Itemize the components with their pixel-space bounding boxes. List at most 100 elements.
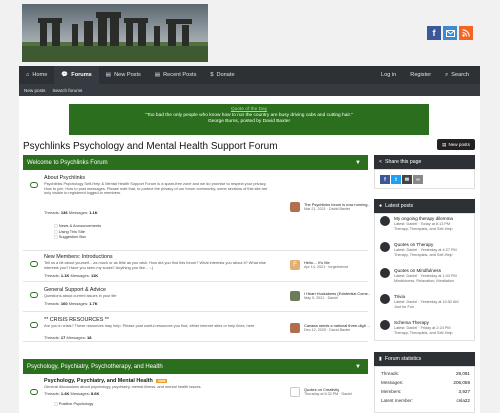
latest-post-title[interactable]: Quotes on Therapy	[394, 242, 433, 247]
forum-stats: Threads: 1.1K Messages: 11K	[44, 273, 98, 278]
stat-row: Latest member: cnla22	[381, 398, 470, 403]
new-posts-button[interactable]: ▤ New posts	[437, 139, 475, 150]
forum-chat-icon	[30, 292, 38, 298]
avatar[interactable]	[380, 242, 390, 252]
forum-line[interactable]: Therapy, Therapists, and Self-Help	[394, 253, 476, 258]
document-icon: ▤	[442, 141, 447, 147]
messages-label: Messages:	[70, 391, 90, 396]
nav-new-posts-label: New Posts	[114, 72, 141, 78]
subforum-link[interactable]: Positive Psychology	[54, 401, 94, 407]
login-link[interactable]: Log in	[374, 66, 403, 84]
latest-post-title[interactable]: My ongoing therapy dilemma	[394, 216, 453, 221]
avatar[interactable]	[380, 320, 390, 330]
document-icon: ▤	[105, 72, 112, 78]
site-logo-banner[interactable]	[22, 4, 208, 62]
stat-row: Messages: 206,058	[381, 380, 470, 385]
forum-line[interactable]: Mindfulness, Relaxation, Meditation	[394, 279, 476, 284]
avatar[interactable]	[380, 268, 390, 278]
avatar[interactable]	[290, 291, 300, 301]
threads-label: Threads:	[44, 301, 60, 306]
chart-icon: ▮	[379, 356, 382, 362]
search-link[interactable]: ⌕ Search	[438, 66, 476, 84]
facebook-icon[interactable]: f	[427, 26, 441, 40]
messages-label: Messages:	[66, 335, 86, 340]
messages-label: Messages:	[68, 210, 89, 215]
home-icon: ⌂	[26, 72, 30, 78]
avatar[interactable]	[290, 387, 300, 397]
forum-description: General discussions about psychology, ps…	[44, 384, 202, 389]
facebook-share-icon[interactable]: f	[380, 175, 390, 184]
forum-stats: Threads: 160 Messages: 1.7K	[44, 301, 98, 306]
forum-row-psychology: Psychology, Psychiatry, and Mental Healt…	[23, 375, 368, 413]
avatar[interactable]	[380, 294, 390, 304]
twitter-share-icon[interactable]: t	[391, 175, 401, 184]
subforum-link[interactable]: Suggestion Box	[54, 234, 101, 240]
last-post: F Hello.... It's Me Apr 14, 2021 · forge…	[290, 260, 370, 274]
stat-label: Latest member:	[381, 398, 413, 403]
latest-post-title[interactable]: Trivia	[394, 294, 405, 299]
section-title: Welcome to Psychlinks Forum	[27, 159, 108, 166]
forum-statistics-box: Threads: 29,091 Messages: 206,058 Members:…	[374, 366, 475, 413]
forum-description: Tell us a bit about yourself... as much …	[44, 260, 267, 270]
latest-post-meta: Latest: Daniel · Yesterday at 10:52 AM Ju…	[394, 300, 476, 309]
latest-post-meta: Latest: Daniel · Friday at 2:24 PM Therap…	[394, 326, 476, 335]
stat-value: 3,927	[458, 389, 471, 394]
forum-row-introductions: New Members: Introductions Tell us a bit…	[23, 251, 368, 282]
subnav-new-posts[interactable]: New posts	[24, 88, 45, 93]
forum-line[interactable]: Just for Fun	[394, 305, 476, 310]
stat-label: Members:	[381, 389, 402, 394]
nav-recent-posts-label: Recent Posts	[163, 72, 197, 78]
forum-line[interactable]: Therapy, Therapists, and Self-Help	[394, 331, 476, 336]
link-share-icon[interactable]: ∞	[413, 175, 423, 184]
nav-home[interactable]: ⌂ Home	[19, 66, 54, 84]
nav-forums[interactable]: 💬 Forums	[54, 66, 99, 84]
login-label: Log in	[381, 72, 397, 78]
messages-count: 1.1K	[89, 210, 98, 215]
latest-posts-header: ● Latest posts	[374, 199, 475, 213]
latest-post-meta: Latest: Daniel · Yesterday at 1:03 PM Min…	[394, 274, 476, 283]
section-header-welcome[interactable]: Welcome to Psychlinks Forum ▼	[23, 155, 368, 170]
last-post-meta: Dec 12, 2020 · David Baxter	[304, 328, 351, 332]
last-post: The Psychlinks forum is now running... M…	[290, 202, 370, 216]
email-icon[interactable]	[443, 26, 457, 40]
subforum-link[interactable]: News & Announcements	[54, 223, 101, 229]
forum-chat-icon	[30, 261, 38, 267]
email-share-icon[interactable]: ✉	[402, 175, 412, 184]
threads-count: 17	[60, 335, 66, 340]
latest-post-item: Quotes on Therapy Latest: Daniel · Yeste…	[380, 242, 475, 266]
nav-recent-posts[interactable]: ▤ Recent Posts	[148, 66, 204, 84]
latest-post-title[interactable]: Schema Therapy	[394, 320, 429, 325]
forum-line[interactable]: Therapy, Therapists, and Self-Help	[394, 227, 476, 232]
dollar-icon: $	[210, 72, 214, 78]
latest-posts-box: My ongoing therapy dilemma Latest: Danie…	[374, 213, 475, 341]
last-post: Quotes on Creativity Thursday at 6:32 PM…	[290, 387, 370, 401]
main-navigation: ⌂ Home 💬 Forums ▤ New Posts ▤ Recent Pos…	[19, 66, 480, 96]
avatar[interactable]: F	[290, 260, 300, 270]
share-title: Share this page	[385, 159, 422, 165]
subnav-search-forums[interactable]: Search forums	[52, 88, 82, 93]
stat-value: 206,058	[453, 380, 470, 385]
subforum-list: Positive Psychology	[54, 401, 94, 407]
share-page-header: < Share this page	[374, 155, 475, 169]
avatar[interactable]	[290, 323, 300, 333]
latest-post-item: Trivia Latest: Daniel · Yesterday at 10:…	[380, 294, 475, 318]
forum-description: Psychlinks Psychology Self-Help & Mental…	[44, 181, 268, 196]
stat-value[interactable]: cnla22	[456, 398, 470, 403]
collapse-chevron-icon[interactable]: ▼	[355, 364, 361, 370]
section-header-psychology[interactable]: Psychology, Psychiatry, Psychotherapy, a…	[23, 359, 368, 374]
nav-donate[interactable]: $ Donate	[203, 66, 241, 84]
forum-statistics-title: Forum statistics	[384, 356, 422, 362]
rss-icon[interactable]	[459, 26, 473, 40]
collapse-chevron-icon[interactable]: ▼	[355, 160, 361, 166]
latest-post-item: Quotes on Mindfulness Latest: Daniel · Y…	[380, 268, 475, 292]
register-link[interactable]: Register	[403, 66, 438, 84]
subforum-list: News & Announcements Using This Site Sug…	[54, 223, 101, 240]
documents-icon: ▤	[154, 72, 161, 78]
avatar[interactable]	[290, 202, 300, 212]
nav-new-posts[interactable]: ▤ New Posts	[99, 66, 148, 84]
avatar[interactable]	[380, 216, 390, 226]
forum-chat-icon	[30, 322, 38, 328]
latest-post-title[interactable]: Quotes on Mindfulness	[394, 268, 441, 273]
forum-chat-icon	[30, 182, 38, 188]
messages-count: 1.7K	[89, 301, 98, 306]
